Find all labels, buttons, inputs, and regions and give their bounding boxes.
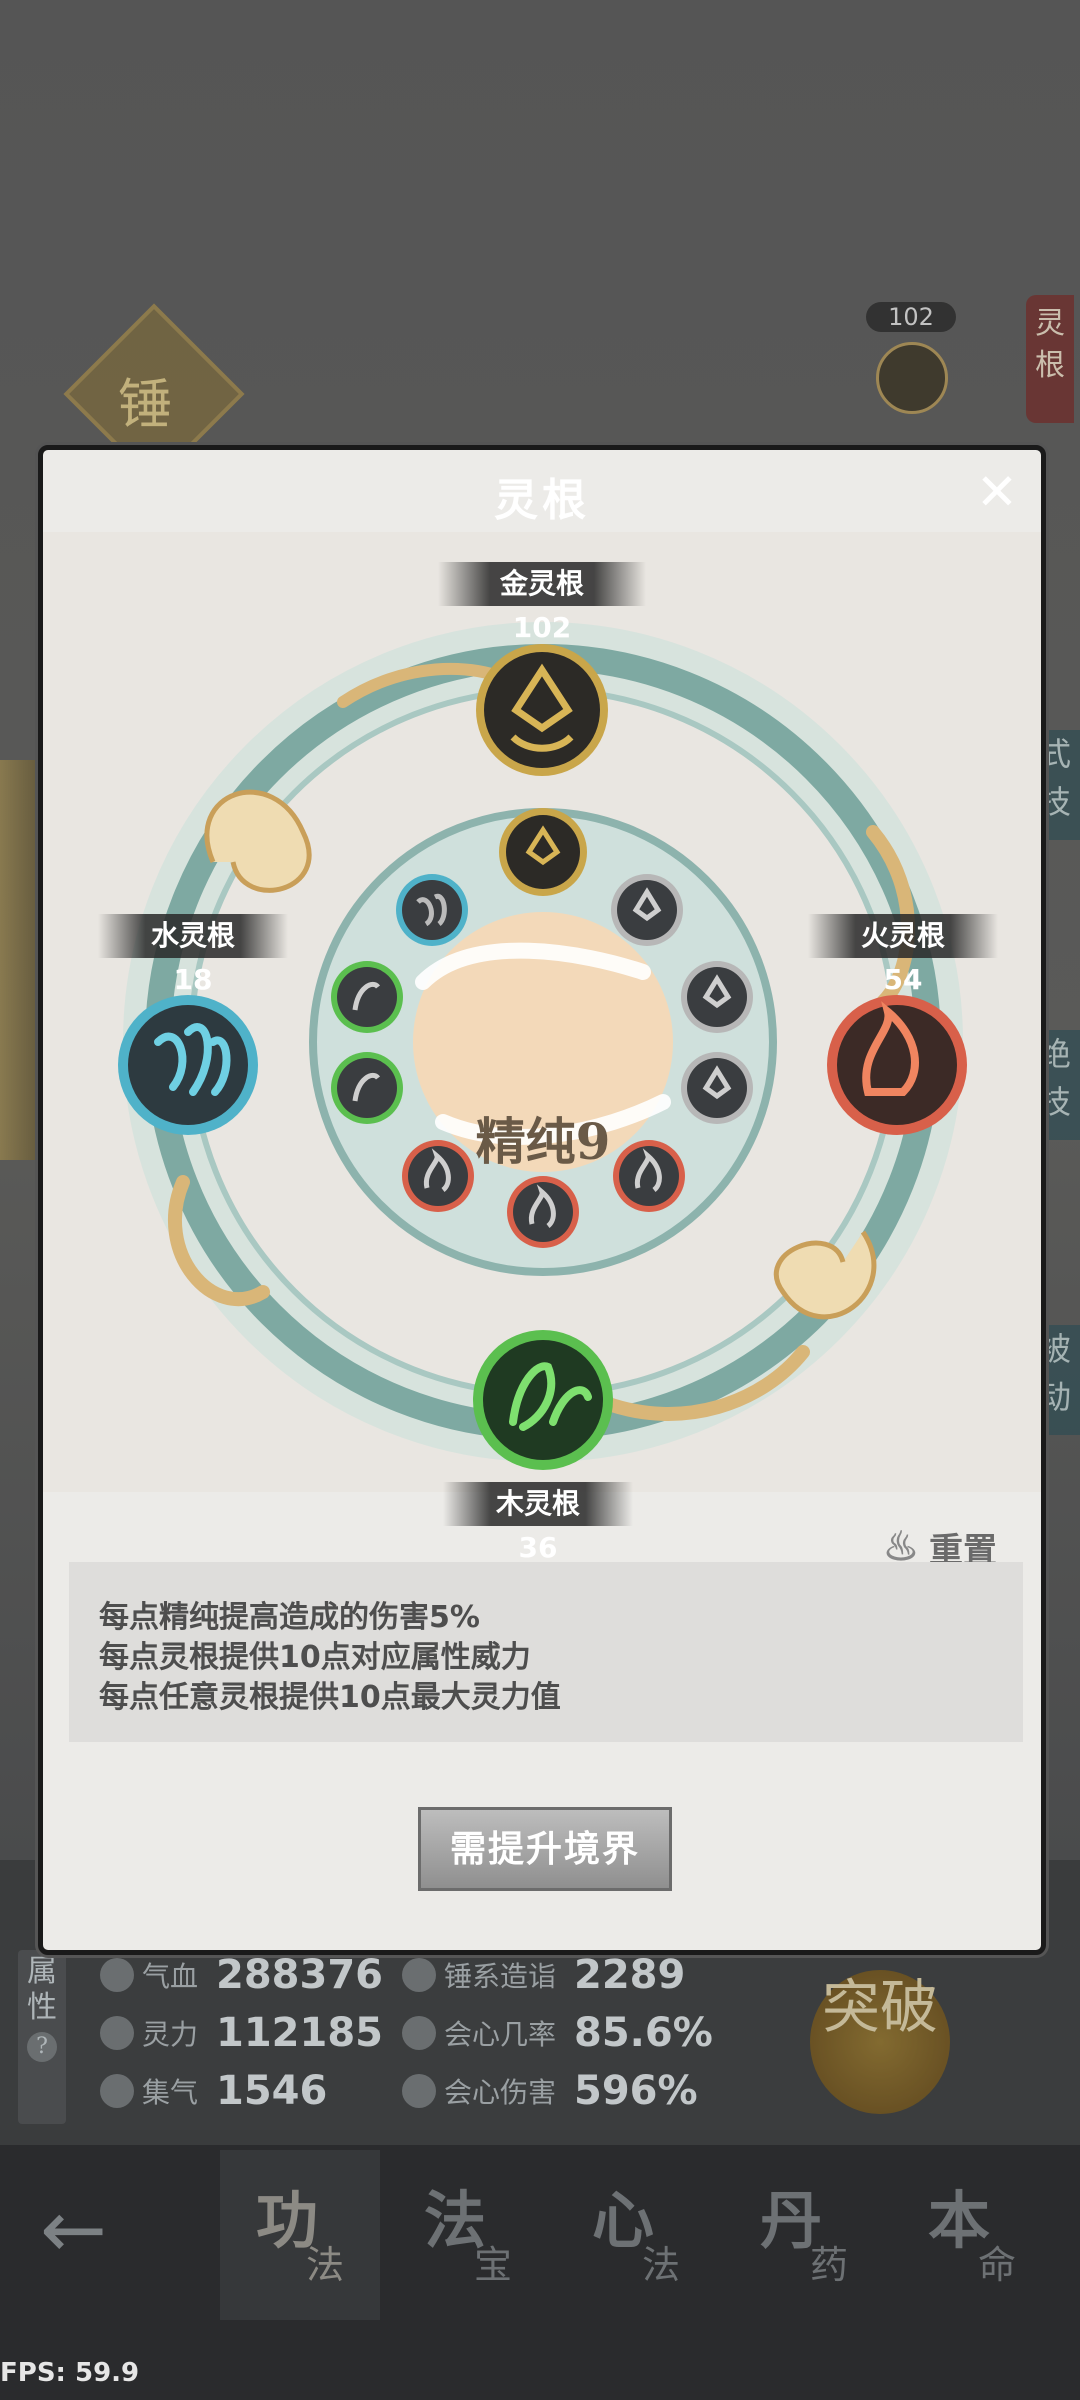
description-line-3: 每点任意灵根提供10点最大灵力值 (99, 1680, 561, 1715)
inner-orb-fire-2[interactable] (507, 1176, 579, 1248)
wheel-artwork (118, 622, 967, 1470)
root-value-badge: 102 (866, 302, 956, 332)
description-line-2: 每点灵根提供10点对应属性威力 (99, 1640, 531, 1675)
gold-root-label: 金灵根102 (438, 562, 646, 644)
inner-orb-metal-1[interactable] (611, 874, 683, 946)
fire-root-orb[interactable] (827, 995, 967, 1135)
water-root-label: 水灵根18 (98, 914, 288, 996)
stat-charge: 集气 1546 (100, 2064, 327, 2118)
wood-root-orb[interactable] (473, 1330, 613, 1470)
breakthrough-button[interactable]: 突破 (810, 1970, 950, 2114)
stat-hammer-mastery: 锤系造诣 2289 (402, 1948, 685, 2002)
upgrade-realm-button[interactable]: 需提升境界 (418, 1807, 672, 1891)
gold-root-orb[interactable] (476, 644, 608, 776)
tab-elixir[interactable]: 丹 药 (724, 2150, 884, 2320)
gold-root-coin-icon (876, 342, 948, 414)
close-icon[interactable]: ✕ (971, 466, 1023, 518)
tab-mind-method[interactable]: 心 法 (556, 2150, 716, 2320)
tab-treasure[interactable]: 法 宝 (388, 2150, 548, 2320)
water-root-orb[interactable] (118, 995, 258, 1135)
stat-hp: 气血 288376 (100, 1948, 383, 2002)
description-line-1: 每点精纯提高造成的伤害5% (99, 1600, 480, 1635)
stat-mana: 灵力 112185 (100, 2006, 383, 2060)
inner-orb-wood-2[interactable] (331, 1052, 403, 1124)
hammer-skill-icon (402, 1958, 436, 1992)
fps-counter: FPS: 59.9 (0, 2358, 140, 2388)
drop-icon (100, 2016, 134, 2050)
description-box: 每点精纯提高造成的伤害5% 每点灵根提供10点对应属性威力 每点任意灵根提供10… (69, 1562, 1023, 1742)
purity-label: 精纯9 (475, 1112, 611, 1171)
tab-natal[interactable]: 本 命 (892, 2150, 1052, 2320)
inner-orb-metal-2[interactable] (681, 961, 753, 1033)
back-arrow-icon[interactable]: ← (40, 2190, 140, 2270)
spirit-root-dialog: 灵根 ✕ 金灵根102 水灵根18 火灵根54 木灵根36 精纯9 ♨ 重置 每… (38, 445, 1046, 1955)
attributes-side-label[interactable]: 属性? (18, 1950, 66, 2124)
tab-kungfu[interactable]: 功 法 (220, 2150, 380, 2320)
inner-orb-gold[interactable] (499, 808, 587, 896)
swirl-icon (100, 2074, 134, 2108)
dialog-header: 灵根 ✕ (43, 450, 1041, 532)
spirit-root-wheel: 金灵根102 水灵根18 火灵根54 木灵根36 精纯9 ♨ 重置 (43, 532, 1041, 1571)
inner-orb-water[interactable] (396, 874, 468, 946)
wood-root-label: 木灵根36 (443, 1482, 633, 1564)
target-icon (402, 2016, 436, 2050)
heart-icon (100, 1958, 134, 1992)
fire-root-label: 火灵根54 (808, 914, 998, 996)
spirit-root-side-tab[interactable]: 灵根 (1026, 295, 1074, 423)
stat-crit-rate: 会心几率 85.6% (402, 2006, 713, 2060)
hammer-label: 锤 (118, 373, 172, 436)
dialog-title: 灵根 (494, 475, 590, 526)
stat-crit-damage: 会心伤害 596% (402, 2064, 698, 2118)
inner-orb-metal-3[interactable] (681, 1052, 753, 1124)
inner-orb-wood-1[interactable] (331, 961, 403, 1033)
hero-figure (0, 760, 40, 1160)
burst-icon (402, 2074, 436, 2108)
